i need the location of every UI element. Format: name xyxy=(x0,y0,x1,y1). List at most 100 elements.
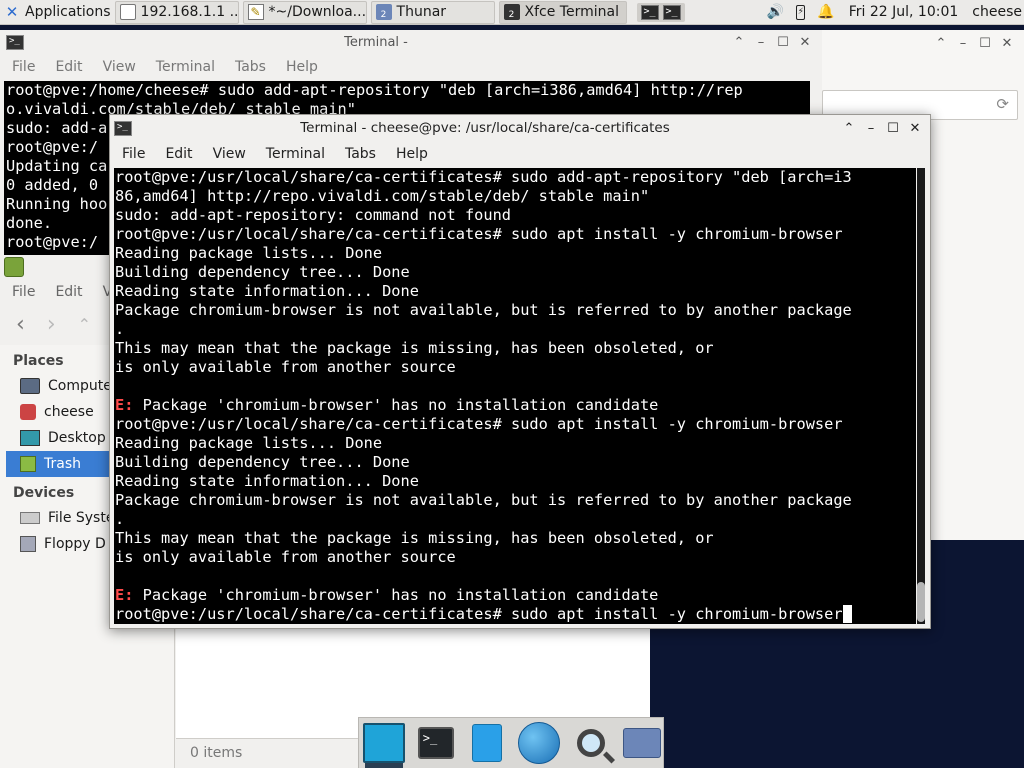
minimize-icon[interactable]: ⌃ xyxy=(930,36,952,51)
menu-edit[interactable]: Edit xyxy=(45,284,92,300)
maximize-button[interactable]: ☐ xyxy=(772,35,794,50)
terminal-line: root@pve:/usr/local/share/ca-certificate… xyxy=(115,225,843,243)
terminal-line: This may mean that the package is missin… xyxy=(115,339,714,357)
minimize-button[interactable]: – xyxy=(750,35,772,50)
menu-tabs[interactable]: Tabs xyxy=(225,59,276,75)
task-label: Xfce Terminal xyxy=(524,4,619,20)
terminal-line: E: Package 'chromium-browser' has no ins… xyxy=(115,396,659,414)
up-arrow-icon[interactable]: ⌃ xyxy=(78,315,91,334)
close-button[interactable]: ✕ xyxy=(794,35,816,50)
taskbar-item-thunar[interactable]: 2 Thunar xyxy=(370,0,495,24)
show-desktop-icon[interactable] xyxy=(363,721,405,765)
menu-file[interactable]: File xyxy=(2,59,45,75)
workspace-switcher[interactable]: >_ >_ xyxy=(636,2,685,22)
top-panel: ✕ Applications 192.168.1.1 ... ✎ *~/Down… xyxy=(0,0,1024,25)
scrollbar-thumb[interactable] xyxy=(917,582,925,622)
taskbar-item-browser[interactable]: 192.168.1.1 ... xyxy=(114,0,239,24)
shade-button[interactable]: ⌃ xyxy=(728,35,750,50)
terminal-icon[interactable]: >_ xyxy=(415,721,457,765)
menu-tabs[interactable]: Tabs xyxy=(335,146,386,162)
menu-help[interactable]: Help xyxy=(276,59,328,75)
maximize-button[interactable]: ☐ xyxy=(974,36,996,51)
window-title: Terminal - cheese@pve: /usr/local/share/… xyxy=(300,120,670,136)
terminal-line: Package chromium-browser is not availabl… xyxy=(115,301,852,319)
back-terminal-titlebar[interactable]: >_ Terminal - ⌃ – ☐ ✕ xyxy=(0,30,822,54)
terminal-line: Reading package lists... Done xyxy=(115,244,383,262)
back-arrow-icon[interactable]: ‹ xyxy=(16,312,25,337)
web-browser-icon[interactable] xyxy=(518,721,560,765)
background-window-titlebar: ⌃ – ☐ ✕ xyxy=(822,30,1024,56)
maximize-button[interactable]: ☐ xyxy=(882,121,904,136)
window-title: Terminal - xyxy=(344,34,408,50)
task-label: 192.168.1.1 ... xyxy=(140,4,239,20)
applications-menu[interactable]: ✕ Applications xyxy=(0,0,115,25)
user-menu[interactable]: cheese xyxy=(968,0,1024,25)
menu-terminal[interactable]: Terminal xyxy=(146,59,225,75)
task-label: *~/Downloa... xyxy=(268,4,367,20)
close-button[interactable]: ✕ xyxy=(996,36,1018,51)
floppy-icon xyxy=(20,536,36,552)
trash-icon xyxy=(20,456,36,472)
file-manager-icon[interactable] xyxy=(467,721,509,765)
dock: >_ xyxy=(358,717,664,768)
system-tray: 🔊 ⚡ 🔔 xyxy=(763,0,845,25)
home-folder-icon[interactable] xyxy=(622,721,664,765)
terminal-line: Building dependency tree... Done xyxy=(115,263,410,281)
sidebar-item-label: Desktop xyxy=(48,430,106,446)
battery-icon[interactable]: ⚡ xyxy=(796,4,806,20)
menu-edit[interactable]: Edit xyxy=(45,59,92,75)
harddisk-icon xyxy=(20,512,40,524)
xfce-logo-icon: ✕ xyxy=(5,3,19,21)
terminal-scrollbar[interactable] xyxy=(917,168,925,624)
menu-edit[interactable]: Edit xyxy=(155,146,202,162)
desktop-icon xyxy=(20,430,40,446)
minimize-button[interactable]: – xyxy=(860,121,882,136)
notification-bell-icon[interactable]: 🔔 xyxy=(817,4,834,20)
menu-terminal[interactable]: Terminal xyxy=(256,146,335,162)
terminal-line: 86,amd64] http://repo.vivaldi.com/stable… xyxy=(115,187,650,205)
computer-icon xyxy=(20,378,40,394)
text-editor-icon: ✎ xyxy=(247,4,264,20)
applications-label: Applications xyxy=(25,4,111,20)
front-terminal-output[interactable]: root@pve:/usr/local/share/ca-certificate… xyxy=(114,168,916,624)
front-terminal-titlebar[interactable]: >_ Terminal - cheese@pve: /usr/local/sha… xyxy=(110,115,930,141)
sidebar-item-label: File Syste xyxy=(48,510,115,526)
terminal-line: E: Package 'chromium-browser' has no ins… xyxy=(115,586,659,604)
volume-icon[interactable]: 🔊 xyxy=(767,4,784,20)
menu-view[interactable]: View xyxy=(93,59,146,75)
terminal-line: Reading state information... Done xyxy=(115,282,419,300)
terminal-icon: 2 xyxy=(503,4,520,20)
terminal-line: This may mean that the package is missin… xyxy=(115,529,714,547)
terminal-icon: >_ xyxy=(114,120,132,136)
shade-button[interactable]: ⌃ xyxy=(838,121,860,136)
trash-icon xyxy=(4,257,24,277)
terminal-line: root@pve:/usr/local/share/ca-certificate… xyxy=(115,415,843,433)
terminal-line: Reading state information... Done xyxy=(115,472,419,490)
home-icon xyxy=(20,404,36,420)
front-terminal-menubar: File Edit View Terminal Tabs Help xyxy=(110,141,930,167)
terminal-line: is only available from another source xyxy=(115,548,456,566)
terminal-line: root@pve:/usr/local/share/ca-certificate… xyxy=(115,168,852,186)
forward-arrow-icon[interactable]: › xyxy=(47,312,56,337)
close-button[interactable]: ✕ xyxy=(904,121,926,136)
workspace-1-terminal-icon[interactable]: >_ xyxy=(640,4,659,20)
taskbar-item-text-editor[interactable]: ✎ *~/Downloa... xyxy=(242,0,367,24)
terminal-line: Reading package lists... Done xyxy=(115,434,383,452)
sidebar-item-label: cheese xyxy=(44,404,94,420)
clock[interactable]: Fri 22 Jul, 10:01 xyxy=(845,0,969,25)
menu-help[interactable]: Help xyxy=(386,146,438,162)
menu-view[interactable]: View xyxy=(203,146,256,162)
menu-file[interactable]: File xyxy=(112,146,155,162)
workspace-2-terminal-icon[interactable]: >_ xyxy=(662,4,681,20)
terminal-line: is only available from another source xyxy=(115,358,456,376)
terminal-cursor xyxy=(842,605,852,623)
taskbar-item-terminal[interactable]: 2 Xfce Terminal xyxy=(498,0,627,24)
reload-icon[interactable]: ⟳ xyxy=(996,95,1009,113)
terminal-window-front[interactable]: >_ Terminal - cheese@pve: /usr/local/sha… xyxy=(109,114,931,629)
menu-file[interactable]: File xyxy=(2,284,45,300)
minimize-button[interactable]: – xyxy=(952,36,974,51)
folder-icon: 2 xyxy=(375,4,392,20)
app-finder-icon[interactable] xyxy=(570,721,615,765)
